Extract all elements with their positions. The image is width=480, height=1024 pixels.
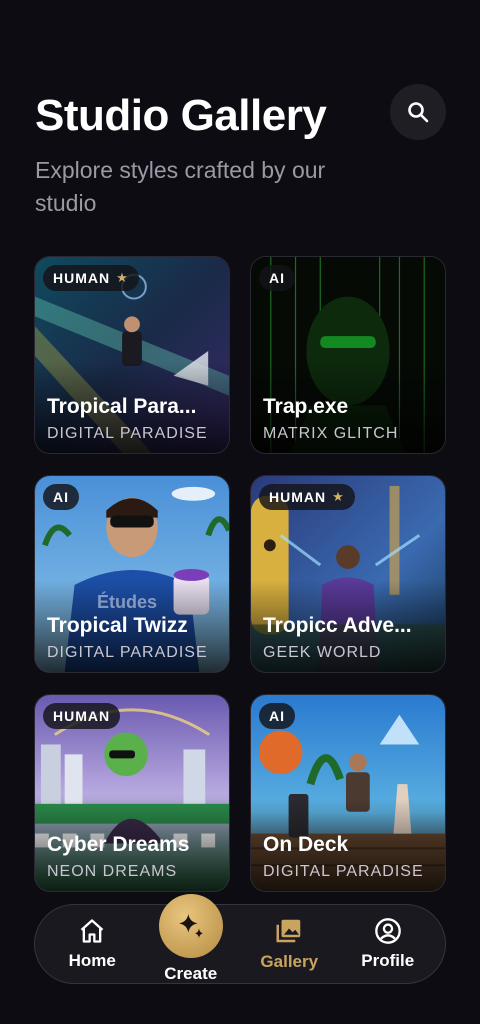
style-card[interactable]: HUMAN ★ Tropicc Adve... GEEK WORLD — [250, 475, 446, 673]
style-card[interactable]: HUMAN ★ Tropical Para... DIGITAL PARADIS… — [34, 256, 230, 454]
gallery-icon — [276, 919, 301, 943]
badge-label: HUMAN — [53, 270, 111, 286]
card-category: DIGITAL PARADISE — [263, 863, 424, 880]
card-title: Tropical Para... — [47, 395, 197, 418]
create-button[interactable] — [158, 894, 223, 958]
badge-label: HUMAN — [53, 708, 111, 724]
style-card[interactable]: HUMAN Cyber Dreams NEON DREAMS — [34, 694, 230, 892]
badge-label: AI — [53, 489, 69, 505]
style-card[interactable]: AI Trap.exe MATRIX GLITCH — [250, 256, 446, 454]
hoodie-print-text: Études — [97, 592, 158, 612]
type-badge: HUMAN ★ — [43, 265, 139, 291]
nav-label-profile: Profile — [361, 951, 415, 970]
nav-label-gallery: Gallery — [260, 952, 319, 971]
search-button[interactable] — [390, 84, 446, 140]
card-title: Trap.exe — [263, 395, 349, 418]
card-title: Cyber Dreams — [47, 833, 190, 856]
badge-label: AI — [269, 708, 285, 724]
profile-icon — [374, 918, 401, 944]
card-category: GEEK WORLD — [263, 644, 382, 661]
type-badge: AI — [43, 484, 79, 510]
page-subtitle: Explore styles crafted by our studio — [35, 157, 326, 216]
card-category: MATRIX GLITCH — [263, 425, 399, 442]
sparkle-icon — [178, 914, 203, 938]
type-badge: HUMAN ★ — [259, 484, 355, 510]
badge-label: HUMAN — [269, 489, 327, 505]
bottom-nav: Home Create Gallery Profile — [34, 894, 446, 984]
style-card[interactable]: AI Études Tropical Twizz DIGITAL PARADIS… — [34, 475, 230, 673]
type-badge: HUMAN — [43, 703, 121, 729]
nav-label-home: Home — [68, 951, 116, 970]
badge-label: AI — [269, 270, 285, 286]
nav-item-home[interactable]: Home — [47, 917, 137, 971]
nav-item-create[interactable]: Create — [146, 894, 236, 984]
star-icon: ★ — [332, 489, 345, 504]
card-title: Tropicc Adve... — [263, 614, 412, 637]
home-icon — [80, 919, 104, 943]
card-title: Tropical Twizz — [47, 614, 188, 637]
card-category: DIGITAL PARADISE — [47, 425, 208, 442]
style-card[interactable]: AI On Deck DIGITAL PARADISE — [250, 694, 446, 892]
card-category: DIGITAL PARADISE — [47, 644, 208, 661]
search-icon — [408, 102, 429, 123]
star-icon: ★ — [116, 270, 129, 285]
type-badge: AI — [259, 703, 295, 729]
card-category: NEON DREAMS — [47, 863, 178, 880]
card-title: On Deck — [263, 833, 349, 856]
gallery-grid: HUMAN ★ Tropical Para... DIGITAL PARADIS… — [34, 256, 446, 892]
nav-label-create: Create — [164, 964, 218, 983]
nav-item-profile[interactable]: Profile — [343, 917, 433, 971]
type-badge: AI — [259, 265, 295, 291]
nav-item-gallery[interactable]: Gallery — [244, 916, 334, 972]
